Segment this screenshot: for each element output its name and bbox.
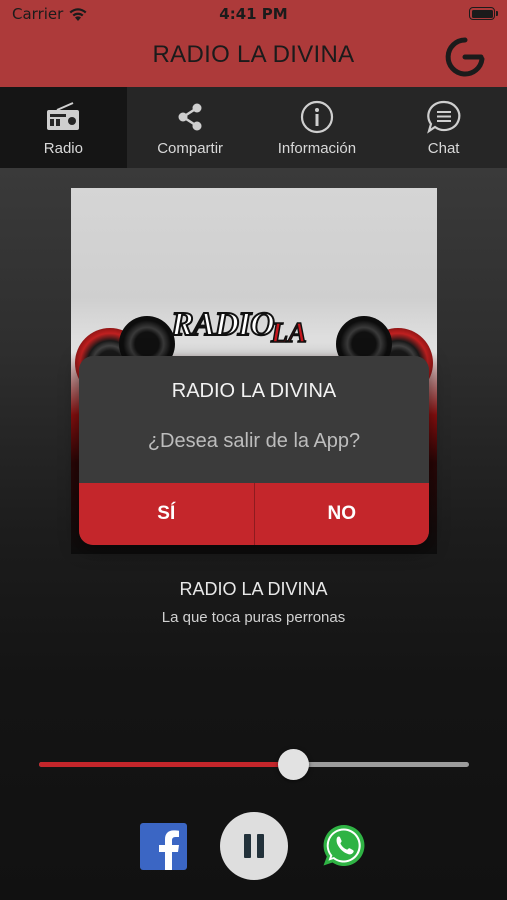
volume-fill (39, 762, 293, 767)
station-slogan: La que toca puras perronas (161, 609, 346, 626)
tab-bar: Radio Compartir Información Chat (0, 87, 507, 168)
app-header: Carrier 4:41 PM RADIO LA DIVINA (0, 0, 507, 87)
status-time: 4:41 PM (219, 5, 288, 23)
info-icon (300, 99, 334, 135)
status-bar: Carrier 4:41 PM (0, 0, 507, 30)
tab-chat[interactable]: Chat (380, 87, 507, 168)
station-name: RADIO LA DIVINA (179, 579, 328, 599)
power-icon (445, 37, 485, 77)
tab-share[interactable]: Compartir (127, 87, 254, 168)
battery-icon (469, 7, 498, 20)
page-title: RADIO LA DIVINA (152, 41, 355, 68)
tab-info-label: Información (277, 140, 357, 157)
cancel-exit-button[interactable]: NO (253, 483, 429, 545)
facebook-icon (140, 823, 187, 870)
confirm-exit-button[interactable]: SÍ (79, 483, 254, 545)
tab-chat-label: Chat (427, 140, 460, 157)
radio-icon (45, 99, 81, 135)
artwork-logo-text: RADIO (170, 305, 276, 344)
volume-thumb[interactable] (278, 749, 309, 780)
pause-icon (244, 834, 264, 858)
artwork-logo-accent: LA (270, 317, 307, 350)
tab-share-label: Compartir (157, 140, 224, 157)
dialog-message: ¿Desea salir de la App? (147, 430, 361, 452)
tab-info[interactable]: Información (254, 87, 381, 168)
chat-icon (426, 99, 462, 135)
facebook-button[interactable] (140, 823, 187, 870)
power-button[interactable] (443, 35, 487, 79)
pause-button[interactable] (220, 812, 288, 880)
dialog-title: RADIO LA DIVINA (171, 380, 337, 402)
tab-radio-label: Radio (43, 140, 83, 157)
tab-radio[interactable]: Radio (0, 87, 127, 168)
exit-dialog: RADIO LA DIVINA ¿Desea salir de la App? … (79, 356, 429, 545)
whatsapp-button[interactable] (320, 822, 368, 870)
volume-slider[interactable] (39, 749, 469, 780)
share-icon (174, 99, 206, 135)
dialog-buttons: SÍ NO (79, 483, 429, 545)
whatsapp-icon (323, 825, 365, 866)
